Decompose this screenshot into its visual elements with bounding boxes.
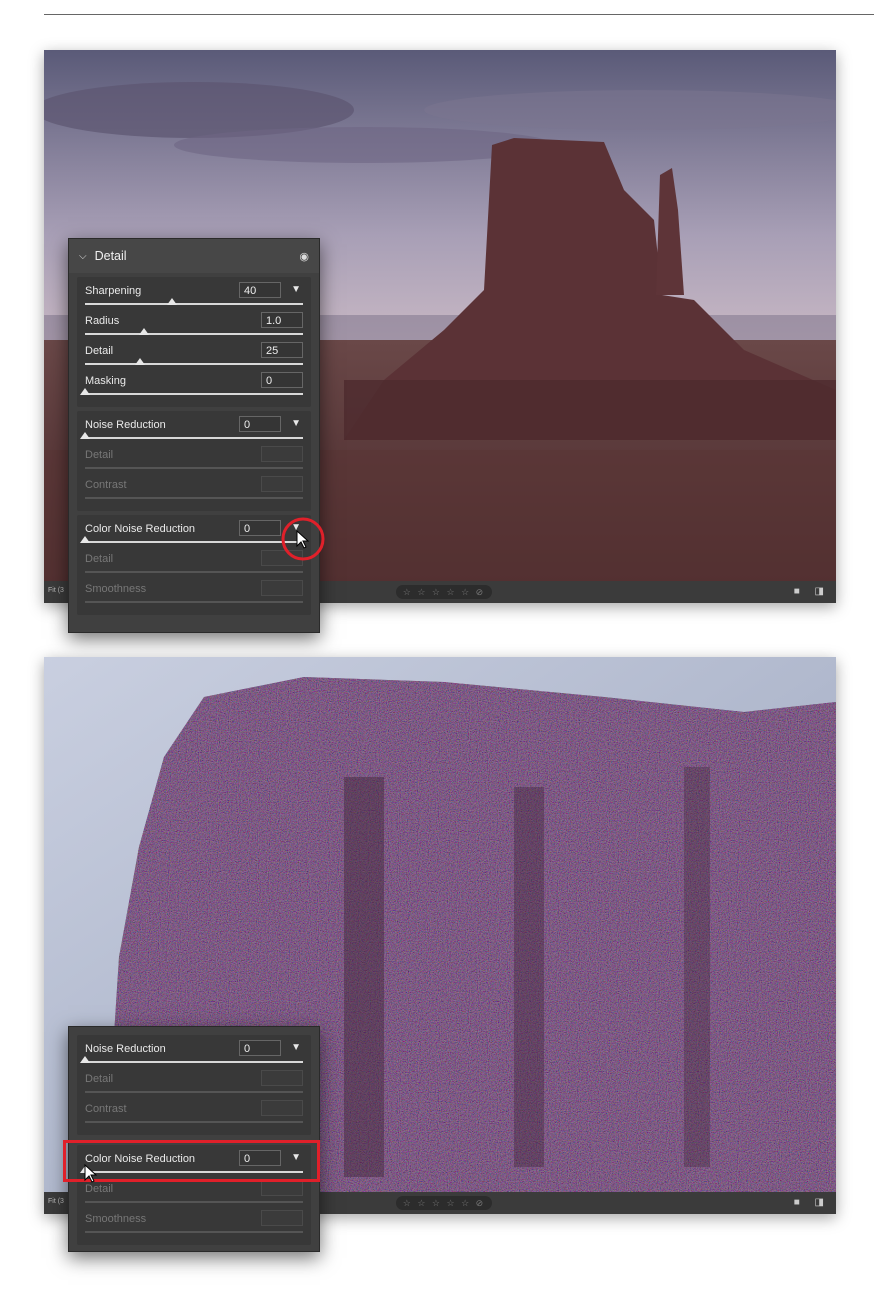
noise-reduction-group: Noise Reduction 0 ▼ Detail Contrast: [77, 411, 311, 511]
chevron-down-icon[interactable]: ⌵: [79, 251, 87, 262]
masking-value[interactable]: 0: [261, 372, 303, 388]
detail-panel-header[interactable]: ⌵ Detail ◉: [69, 239, 319, 273]
noise-reduction-group: Noise Reduction 0 ▼ Detail Contrast: [77, 1035, 311, 1135]
noise-reduction-value[interactable]: 0: [239, 416, 281, 432]
detail-label: Detail: [85, 345, 114, 357]
cnr-smoothness-value: [261, 1210, 303, 1226]
detail-value[interactable]: 25: [261, 342, 303, 358]
top-rule: [44, 14, 874, 15]
masking-slider-track[interactable]: [85, 393, 303, 395]
nr-detail-label: Detail: [85, 1073, 114, 1085]
nr-detail-row: Detail: [85, 1069, 303, 1099]
nr-detail-value: [261, 1070, 303, 1086]
detail-slider-track[interactable]: [85, 363, 303, 365]
detail-panel: ⌵ Detail ◉ Sharpening 40 ▼ Radius 1.0 De…: [68, 238, 320, 633]
detail-slider-thumb[interactable]: [134, 358, 145, 365]
nr-contrast-row: Contrast: [85, 1099, 303, 1129]
triangle-down-icon[interactable]: ▼: [291, 418, 301, 429]
nr-detail-slider-track: [85, 1091, 303, 1093]
noise-reduction-label: Noise Reduction: [85, 419, 166, 431]
mouse-cursor-icon: [296, 530, 310, 549]
noise-reduction-label: Noise Reduction: [85, 1043, 166, 1055]
radius-slider-thumb[interactable]: [138, 328, 149, 335]
radius-value[interactable]: 1.0: [261, 312, 303, 328]
cnr-smoothness-row: Smoothness: [85, 1209, 303, 1239]
cnr-detail-row: Detail: [85, 549, 303, 579]
nr-contrast-slider-track: [85, 497, 303, 499]
color-noise-reduction-row: Color Noise Reduction 0 ▼: [80, 519, 303, 549]
rating-stars[interactable]: ☆ ☆ ☆ ☆ ☆ ⊘: [396, 1196, 492, 1210]
sharpening-group: Sharpening 40 ▼ Radius 1.0 Detail 25 Mas…: [77, 277, 311, 407]
cnr-detail-row: Detail: [85, 1179, 303, 1209]
radius-row: Radius 1.0: [85, 311, 303, 341]
highlight-rectangle: [63, 1140, 320, 1182]
cnr-detail-slider-track: [85, 571, 303, 573]
cnr-smoothness-value: [261, 580, 303, 596]
nr-contrast-row: Contrast: [85, 475, 303, 505]
cnr-detail-label: Detail: [85, 553, 114, 565]
sharpening-value[interactable]: 40: [239, 282, 281, 298]
color-noise-reduction-group: Color Noise Reduction 0 ▼ Detail Smoothn…: [77, 515, 311, 615]
view-mode-icons[interactable]: ■ ◨: [794, 586, 830, 597]
nr-detail-value: [261, 446, 303, 462]
sharpening-row: Sharpening 40 ▼: [85, 281, 303, 311]
view-mode-icons[interactable]: ■ ◨: [794, 1197, 830, 1208]
cnr-smoothness-label: Smoothness: [85, 1213, 147, 1225]
noise-reduction-slider-track[interactable]: [85, 437, 303, 439]
triangle-down-icon[interactable]: ▼: [291, 284, 301, 295]
panel-title: Detail: [94, 249, 127, 263]
radius-label: Radius: [85, 315, 120, 327]
rating-stars[interactable]: ☆ ☆ ☆ ☆ ☆ ⊘: [396, 585, 492, 599]
color-noise-reduction-value[interactable]: 0: [239, 520, 281, 536]
nr-contrast-value: [261, 1100, 303, 1116]
nr-contrast-label: Contrast: [85, 1103, 127, 1115]
color-noise-reduction-slider-thumb[interactable]: [80, 536, 90, 543]
noise-reduction-row: Noise Reduction 0 ▼: [80, 415, 303, 445]
cnr-detail-label: Detail: [85, 1183, 114, 1195]
color-noise-reduction-label: Color Noise Reduction: [85, 523, 196, 535]
sharpening-label: Sharpening: [85, 285, 142, 297]
nr-detail-slider-track: [85, 467, 303, 469]
noise-reduction-row: Noise Reduction 0 ▼: [80, 1039, 303, 1069]
cnr-smoothness-label: Smoothness: [85, 583, 147, 595]
noise-reduction-slider-thumb[interactable]: [80, 432, 90, 439]
color-noise-reduction-slider-track[interactable]: [85, 541, 303, 543]
nr-contrast-slider-track: [85, 1121, 303, 1123]
cnr-detail-slider-track: [85, 1201, 303, 1203]
sharpening-slider-track[interactable]: [85, 303, 303, 305]
radius-slider-track[interactable]: [85, 333, 303, 335]
noise-reduction-slider-track[interactable]: [85, 1061, 303, 1063]
detail-row: Detail 25: [85, 341, 303, 371]
zoom-fit-label[interactable]: Fit (3: [48, 587, 64, 594]
cnr-smoothness-row: Smoothness: [85, 579, 303, 609]
nr-detail-label: Detail: [85, 449, 114, 461]
cnr-detail-value: [261, 1180, 303, 1196]
zoom-fit-label[interactable]: Fit (3: [48, 1198, 64, 1205]
noise-reduction-value[interactable]: 0: [239, 1040, 281, 1056]
sharpening-slider-thumb[interactable]: [167, 298, 178, 305]
masking-slider-thumb[interactable]: [80, 388, 90, 395]
eye-icon[interactable]: ◉: [299, 250, 309, 263]
cnr-smoothness-slider-track: [85, 1231, 303, 1233]
mouse-cursor-icon: [84, 1164, 98, 1183]
noise-panel: Noise Reduction 0 ▼ Detail Contrast Colo…: [68, 1026, 320, 1252]
masking-label: Masking: [85, 375, 126, 387]
noise-reduction-slider-thumb[interactable]: [80, 1056, 90, 1063]
masking-row: Masking 0: [80, 371, 303, 401]
nr-contrast-label: Contrast: [85, 479, 127, 491]
triangle-down-icon[interactable]: ▼: [291, 1042, 301, 1053]
nr-detail-row: Detail: [85, 445, 303, 475]
cnr-smoothness-slider-track: [85, 601, 303, 603]
nr-contrast-value: [261, 476, 303, 492]
